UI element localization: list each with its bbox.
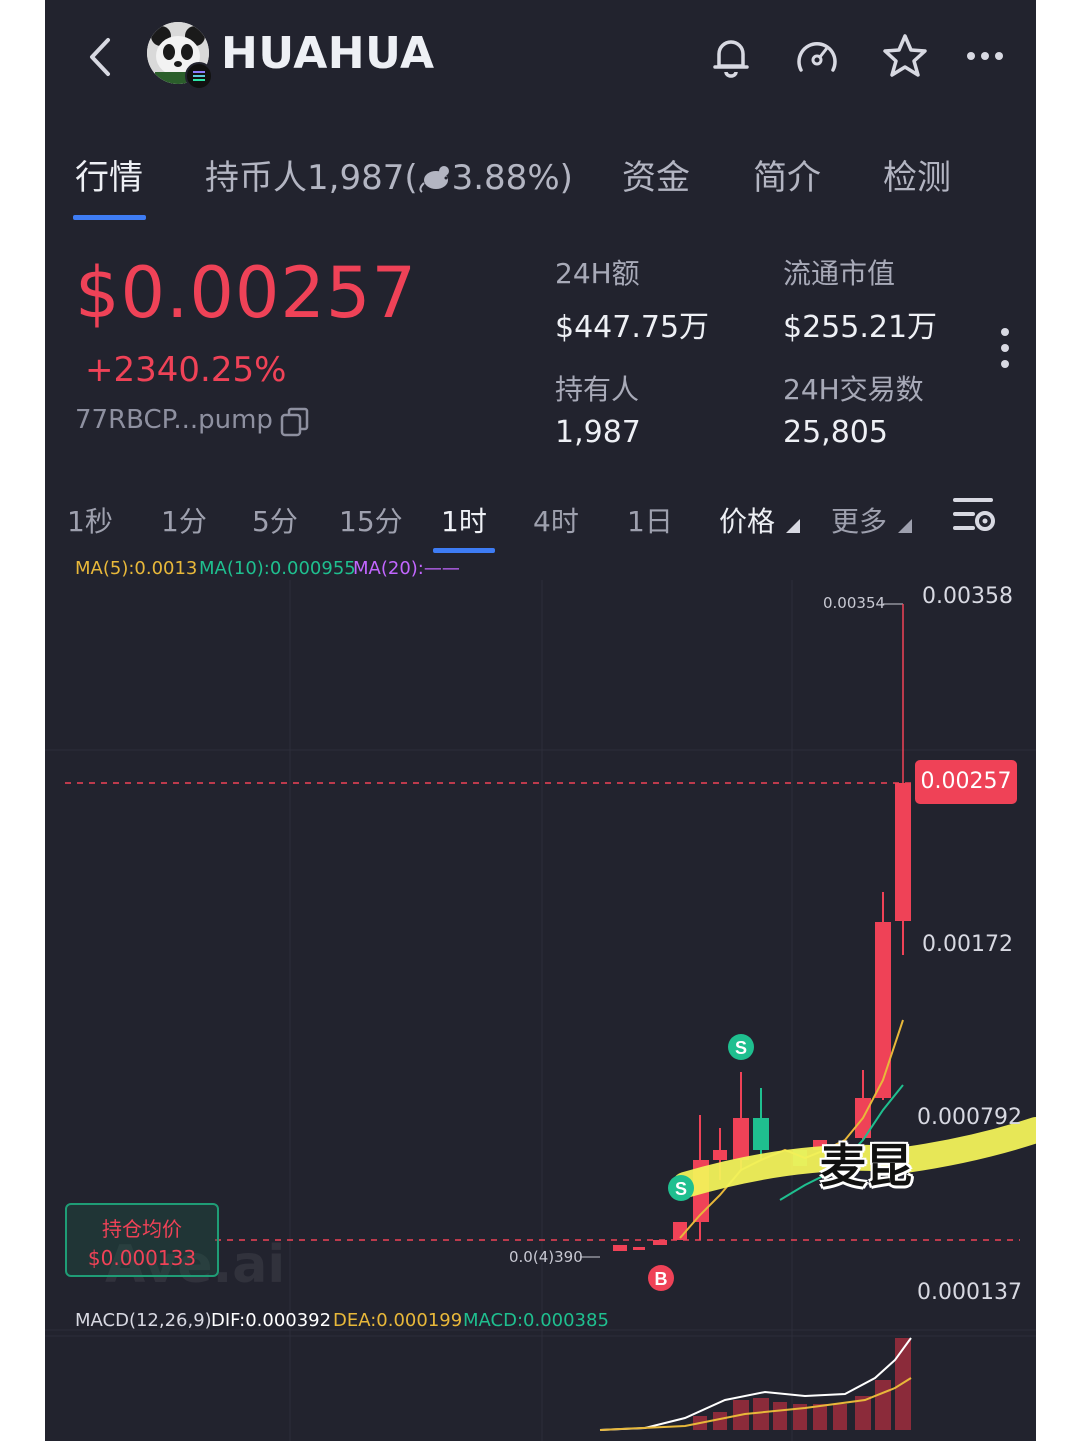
interval-active-indicator <box>433 548 495 553</box>
price-dropdown[interactable]: 价格 <box>719 500 802 540</box>
rat-icon <box>419 166 449 193</box>
dropdown-triangle-icon <box>785 519 800 533</box>
candle <box>613 1245 627 1251</box>
interval-1d[interactable]: 1日 <box>627 500 673 540</box>
interval-15m[interactable]: 15分 <box>339 500 403 540</box>
ma10-label: MA(10):0.000955 <box>199 558 356 579</box>
dropdown-triangle-icon <box>897 519 912 533</box>
candle <box>733 1118 749 1160</box>
stat-holders-value: 1,987 <box>555 415 641 450</box>
macd-value: MACD:0.000385 <box>463 1310 609 1331</box>
tab-check[interactable]: 检测 <box>883 150 951 199</box>
high-price-label: 0.00354 <box>823 594 886 612</box>
more-dropdown[interactable]: 更多 <box>831 500 914 540</box>
y-axis-label-2: 0.00172 <box>922 932 1013 957</box>
tab-holders-label: 持币人1,987( <box>205 158 418 198</box>
y-axis-label-3: 0.000792 <box>917 1105 1022 1130</box>
stat-mcap-label: 流通市值 <box>783 257 896 290</box>
y-axis-label-4: 0.000137 <box>917 1280 1022 1305</box>
stat-mcap-value: $255.21万 <box>783 310 938 345</box>
macd-dif: DIF:0.000392 <box>211 1310 332 1331</box>
gauge-icon[interactable] <box>791 30 843 82</box>
macd-dea: DEA:0.000199 <box>333 1310 463 1331</box>
tab-holders-pct: 3.88%) <box>451 158 573 198</box>
sell-marker-label: S <box>735 1038 747 1058</box>
low-price-label: 0.0(4)390 <box>509 1248 583 1266</box>
hold-cost-box: 持仓均价 $0.000133 <box>65 1203 219 1277</box>
candle <box>633 1247 645 1250</box>
chart-settings-icon[interactable] <box>951 494 997 536</box>
price-change: +2340.25% <box>85 350 287 390</box>
tab-active-indicator <box>73 215 146 220</box>
hold-cost-value: $0.000133 <box>87 1246 197 1270</box>
tab-intro[interactable]: 简介 <box>753 150 821 199</box>
stat-txns-value: 25,805 <box>783 415 888 450</box>
candle <box>875 922 891 1098</box>
copy-icon[interactable] <box>279 406 311 438</box>
more-dropdown-label: 更多 <box>831 505 888 538</box>
stat-holders-label: 持有人 <box>555 373 640 406</box>
interval-5m[interactable]: 5分 <box>252 500 298 540</box>
current-price-tag: 0.00257 <box>915 760 1017 804</box>
tab-market[interactable]: 行情 <box>75 150 143 199</box>
solana-badge-icon <box>185 62 213 90</box>
stat-volume-label: 24H额 <box>555 257 640 290</box>
sell-marker-2-label: S <box>675 1179 687 1199</box>
tab-funds[interactable]: 资金 <box>622 150 690 199</box>
interval-1h[interactable]: 1时 <box>441 500 487 540</box>
candle <box>895 783 911 921</box>
tab-holders[interactable]: 持币人1,987( 3.88%) <box>205 150 573 199</box>
app-screen: HUAHUA 行情 持币人1,987( 3.88%) 资金 简介 检测 $0.00… <box>45 0 1036 1441</box>
buy-marker-label: B <box>655 1269 668 1289</box>
stats-more-icon[interactable] <box>995 326 1015 374</box>
more-icon[interactable] <box>961 30 1013 82</box>
y-axis-label-top: 0.00358 <box>922 584 1013 609</box>
overlay-caption: 麦昆 <box>820 1139 912 1193</box>
macd-histogram <box>693 1338 911 1430</box>
bell-icon[interactable] <box>705 30 757 82</box>
interval-4h[interactable]: 4时 <box>533 500 579 540</box>
candle <box>753 1118 769 1150</box>
back-arrow-icon[interactable] <box>80 32 120 82</box>
current-price: $0.00257 <box>75 252 418 334</box>
stat-txns-label: 24H交易数 <box>783 373 924 406</box>
star-icon[interactable] <box>879 30 931 82</box>
ma20-label: MA(20):—— <box>353 558 460 579</box>
ma5-label: MA(5):0.0013 <box>75 558 198 579</box>
token-title: HUAHUA <box>221 28 435 79</box>
stat-volume-value: $447.75万 <box>555 310 710 345</box>
macd-name: MACD(12,26,9) <box>75 1310 212 1331</box>
candle <box>653 1240 667 1245</box>
interval-1s[interactable]: 1秒 <box>67 500 113 540</box>
contract-address: 77RBCP...pump <box>75 405 273 435</box>
interval-1m[interactable]: 1分 <box>161 500 207 540</box>
hold-cost-label: 持仓均价 <box>102 1217 182 1241</box>
candle <box>713 1150 727 1160</box>
price-dropdown-label: 价格 <box>719 505 776 538</box>
